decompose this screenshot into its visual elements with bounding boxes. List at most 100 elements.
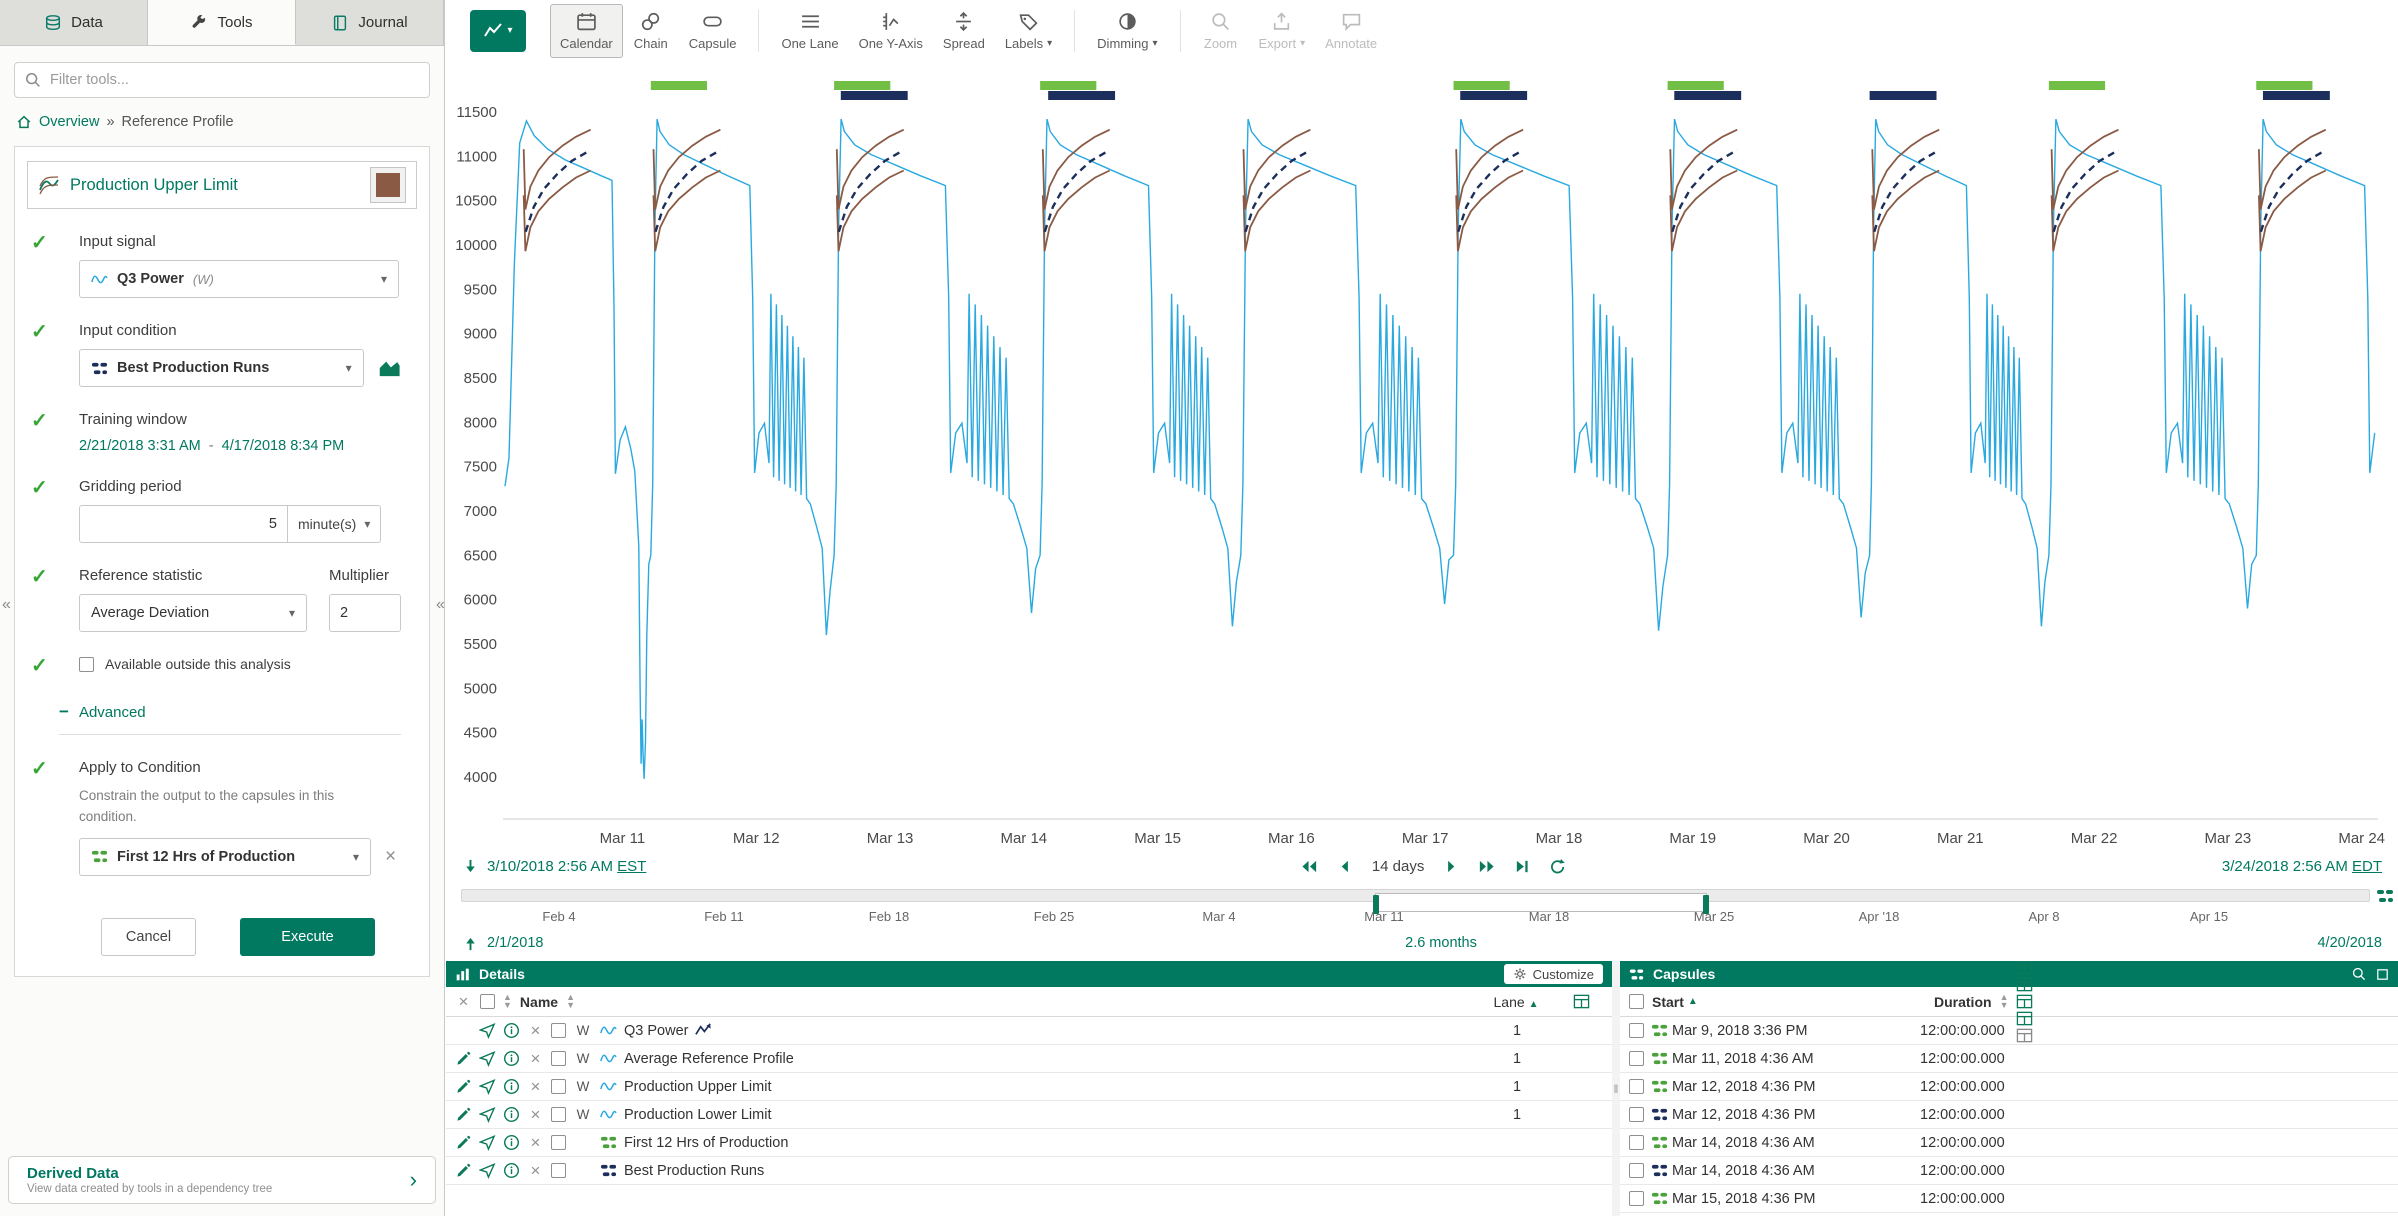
remove-icon[interactable]: × — [527, 1106, 544, 1123]
step-back-much-icon[interactable] — [1300, 858, 1319, 875]
trend-chart[interactable]: 1150011000105001000095009000850080007500… — [445, 61, 2398, 851]
capsule-row[interactable]: Mar 15, 2018 4:36 PM12:00:00.000 — [1620, 1185, 2398, 1213]
info-icon[interactable] — [503, 1106, 520, 1123]
edit-icon[interactable] — [455, 1134, 472, 1151]
edit-icon[interactable] — [455, 1050, 472, 1067]
edit-icon[interactable] — [455, 1162, 472, 1179]
remove-icon[interactable]: × — [527, 1162, 544, 1179]
available-outside-checkbox[interactable] — [79, 657, 94, 672]
select-all-checkbox[interactable] — [480, 994, 495, 1009]
step-forward-icon[interactable] — [1441, 858, 1460, 875]
capsule-bar-navy[interactable] — [2263, 91, 2330, 100]
chain-button[interactable]: Chain — [623, 4, 679, 58]
display-range-duration[interactable]: 14 days — [1372, 858, 1425, 875]
row-checkbox[interactable] — [1629, 1163, 1644, 1178]
table-icon[interactable] — [2016, 961, 2033, 976]
home-icon[interactable] — [16, 114, 32, 130]
timeline-track[interactable] — [461, 889, 2370, 902]
gridding-period-input[interactable] — [79, 505, 288, 543]
capsule-row[interactable]: Mar 11, 2018 4:36 AM12:00:00.000 — [1620, 1045, 2398, 1073]
info-icon[interactable] — [503, 1162, 520, 1179]
remove-icon[interactable]: × — [527, 1050, 544, 1067]
details-row[interactable]: ×WQ3 Power1 — [446, 1017, 1612, 1045]
table-icon[interactable] — [2016, 993, 2033, 1010]
row-checkbox[interactable] — [1629, 1191, 1644, 1206]
capsule-bar-green[interactable] — [834, 81, 890, 90]
trend-send-icon[interactable] — [479, 1162, 496, 1179]
customize-button[interactable]: Customize — [1504, 964, 1603, 984]
expand-range-arrow-icon[interactable] — [462, 935, 479, 952]
table-icon[interactable] — [2016, 1027, 2033, 1044]
breadcrumb-overview-link[interactable]: Overview — [39, 114, 99, 130]
export-button[interactable]: Export▾ — [1249, 4, 1316, 58]
details-row[interactable]: ×WProduction Upper Limit1 — [446, 1073, 1612, 1101]
row-checkbox[interactable] — [551, 1135, 566, 1150]
capsule-bar-navy[interactable] — [841, 91, 908, 100]
dimming-button[interactable]: Dimming▾ — [1087, 4, 1167, 58]
labels-button[interactable]: Labels▾ — [995, 4, 1062, 58]
one-lane-button[interactable]: One Lane — [771, 4, 848, 58]
gridding-period-unit-select[interactable]: minute(s) ▾ — [288, 505, 381, 543]
capsule-time-button[interactable]: Capsule — [679, 4, 747, 58]
duration-column-header[interactable]: Duration — [1934, 994, 1992, 1010]
step-back-arrow-icon[interactable] — [462, 858, 479, 875]
advanced-toggle[interactable]: − Advanced — [59, 702, 401, 735]
multiplier-input[interactable] — [329, 594, 401, 632]
capsule-bar-green[interactable] — [651, 81, 707, 90]
collapse-sidebar-handle[interactable]: « — [436, 596, 445, 614]
investigate-range-duration[interactable]: 2.6 months — [1405, 935, 1477, 951]
cancel-button[interactable]: Cancel — [101, 918, 196, 956]
row-checkbox[interactable] — [551, 1051, 566, 1066]
collapse-panel-handle[interactable]: « — [2, 596, 11, 614]
display-range-start[interactable]: 3/10/2018 2:56 AM EST — [487, 858, 646, 875]
start-column-header[interactable]: Start — [1652, 994, 1684, 1010]
investigate-range-end[interactable]: 4/20/2018 — [2317, 935, 2382, 951]
row-checkbox[interactable] — [551, 1023, 566, 1038]
row-checkbox[interactable] — [1629, 1079, 1644, 1094]
row-checkbox[interactable] — [1629, 1135, 1644, 1150]
info-icon[interactable] — [503, 1050, 520, 1067]
training-window-start[interactable]: 2/21/2018 3:31 AM — [79, 438, 201, 454]
clear-condition-icon[interactable]: × — [385, 847, 396, 866]
info-icon[interactable] — [503, 1078, 520, 1095]
step-to-end-icon[interactable] — [1513, 858, 1532, 875]
capsule-row[interactable]: Mar 14, 2018 4:36 AM12:00:00.000 — [1620, 1129, 2398, 1157]
details-row[interactable]: ×WAverage Reference Profile1 — [446, 1045, 1612, 1073]
color-swatch-button[interactable] — [370, 167, 406, 203]
maximize-icon[interactable] — [2376, 968, 2389, 981]
reference-statistic-select[interactable]: Average Deviation ▾ — [79, 594, 307, 632]
timeline-capsules-icon[interactable] — [2376, 887, 2394, 905]
one-y-axis-button[interactable]: One Y-Axis — [849, 4, 933, 58]
chart-type-dropdown[interactable]: ▾ — [470, 10, 526, 52]
edit-icon[interactable] — [455, 1106, 472, 1123]
step-forward-much-icon[interactable] — [1477, 858, 1496, 875]
tab-tools[interactable]: Tools — [148, 0, 296, 45]
row-checkbox[interactable] — [1629, 1107, 1644, 1122]
capsule-bar-navy[interactable] — [1674, 91, 1741, 100]
row-checkbox[interactable] — [1629, 1023, 1644, 1038]
sort-icon[interactable]: ▲▼ — [503, 994, 512, 1008]
capsule-bar-navy[interactable] — [1870, 91, 1937, 100]
execute-button[interactable]: Execute — [240, 918, 375, 956]
details-row[interactable]: ×WProduction Lower Limit1 — [446, 1101, 1612, 1129]
capsule-bar-green[interactable] — [1454, 81, 1510, 90]
capsule-bar-green[interactable] — [1040, 81, 1096, 90]
apply-to-condition-dropdown[interactable]: First 12 Hrs of Production ▾ — [79, 838, 371, 876]
name-column-header[interactable]: Name — [520, 994, 558, 1010]
add-column-icon[interactable] — [1573, 993, 1590, 1010]
remove-icon[interactable]: × — [527, 1134, 544, 1151]
panel-splitter[interactable]: ‖ — [1612, 961, 1620, 1216]
statistics-icon[interactable] — [695, 1022, 712, 1039]
display-range-end[interactable]: 3/24/2018 2:56 AM EDT — [2222, 858, 2382, 875]
search-icon[interactable] — [2352, 967, 2366, 981]
trend-send-icon[interactable] — [479, 1134, 496, 1151]
details-row[interactable]: ×Best Production Runs — [446, 1157, 1612, 1185]
capsule-bar-navy[interactable] — [1460, 91, 1527, 100]
calendar-button[interactable]: Calendar — [550, 4, 623, 58]
step-back-icon[interactable] — [1336, 858, 1355, 875]
lane-column-header[interactable]: Lane ▲ — [1481, 994, 1551, 1010]
capsule-row[interactable]: Mar 12, 2018 4:36 PM12:00:00.000 — [1620, 1073, 2398, 1101]
capsule-row[interactable]: Mar 14, 2018 4:36 AM12:00:00.000 — [1620, 1157, 2398, 1185]
training-window-end[interactable]: 4/17/2018 8:34 PM — [222, 438, 345, 454]
training-window-range[interactable]: 2/21/2018 3:31 AM - 4/17/2018 8:34 PM — [79, 438, 401, 454]
